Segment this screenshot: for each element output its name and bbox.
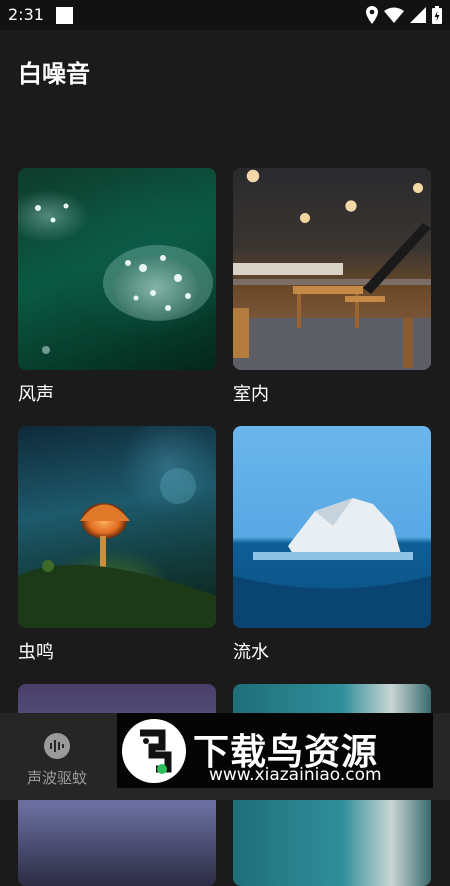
indoor-image	[233, 168, 431, 370]
nav-item-sound-wave[interactable]: 声波驱蚊	[14, 713, 100, 800]
page-title: 白噪音	[18, 60, 90, 88]
wind-image	[18, 168, 216, 370]
card-label: 室内	[233, 384, 269, 405]
mushroom-image	[18, 468, 216, 628]
iceberg-image	[233, 498, 431, 628]
card-label: 流水	[233, 642, 269, 663]
nav-label: 声波驱蚊	[26, 769, 87, 787]
bird-logo-icon	[122, 719, 186, 783]
watermark-url: www.xiazainiao.com	[209, 765, 382, 785]
wifi-icon	[384, 7, 404, 23]
status-icons	[366, 6, 442, 24]
sound-wave-icon	[44, 733, 70, 759]
location-icon	[366, 6, 378, 24]
water-image	[233, 426, 431, 628]
battery-icon	[432, 6, 442, 24]
status-bar: 2:31	[0, 0, 450, 30]
card-label: 风声	[18, 384, 54, 405]
insect-image	[18, 426, 216, 628]
watermark: 下载鸟资源 www.xiazainiao.com	[117, 713, 433, 788]
water-drops-image	[35, 203, 213, 354]
status-time: 2:31	[8, 5, 44, 24]
signal-icon	[410, 7, 426, 23]
restaurant-image	[233, 223, 431, 370]
notification-icon	[56, 7, 73, 24]
card-label: 虫鸣	[18, 642, 54, 663]
